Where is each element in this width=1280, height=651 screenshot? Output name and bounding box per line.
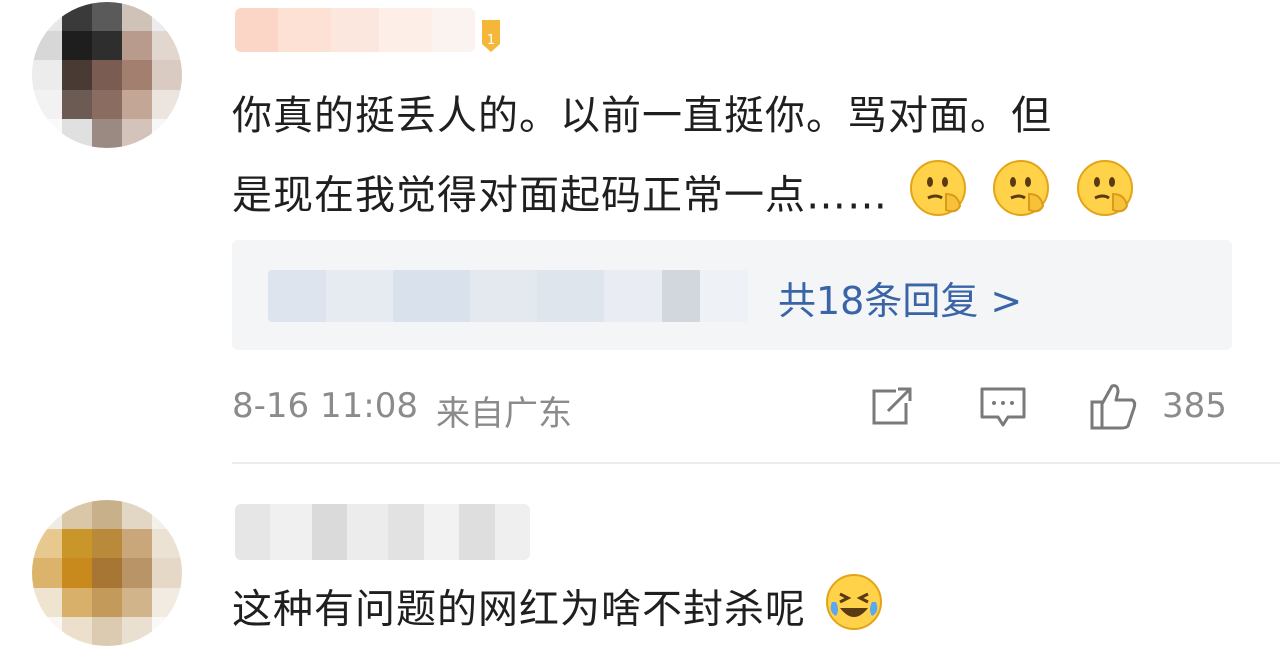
comment-timestamp: 8-16 11:08 <box>232 386 418 426</box>
comment-icon[interactable] <box>978 385 1028 429</box>
comment-line-text: 是现在我觉得对面起码正常一点…… <box>232 172 888 219</box>
comment-line-text: 这种有问题的网红为啥不封杀呢 <box>232 586 806 633</box>
username[interactable] <box>235 504 530 560</box>
divider <box>232 462 1280 464</box>
level-badge-icon: 1 <box>478 14 504 54</box>
thinking-face-icon <box>991 158 1051 237</box>
share-icon[interactable] <box>868 385 916 429</box>
thumbs-up-icon <box>1088 380 1140 436</box>
comment-line: 是现在我觉得对面起码正常一点…… <box>232 158 1272 237</box>
laughing-crying-face-icon <box>824 572 884 651</box>
avatar[interactable] <box>32 2 182 148</box>
reply-preview-box[interactable]: 共18条回复 > <box>232 240 1232 350</box>
comment-text: 这种有问题的网红为啥不封杀呢 <box>232 572 1272 651</box>
thinking-face-icon <box>908 158 968 237</box>
thinking-face-icon <box>1075 158 1135 237</box>
like-button[interactable]: 385 <box>1088 378 1238 434</box>
comment-location: 来自广东 <box>436 394 572 434</box>
like-count: 385 <box>1162 386 1227 426</box>
svg-text:1: 1 <box>487 33 495 48</box>
reply-count-link[interactable]: 共18条回复 > <box>778 270 1022 325</box>
comment-text: 你真的挺丢人的。以前一直挺你。骂对面。但 是现在我觉得对面起码正常一点…… <box>232 84 1272 237</box>
avatar[interactable] <box>32 500 182 646</box>
reply-preview-text <box>268 270 748 322</box>
comment-line: 你真的挺丢人的。以前一直挺你。骂对面。但 <box>232 93 1052 139</box>
username[interactable] <box>235 8 475 52</box>
